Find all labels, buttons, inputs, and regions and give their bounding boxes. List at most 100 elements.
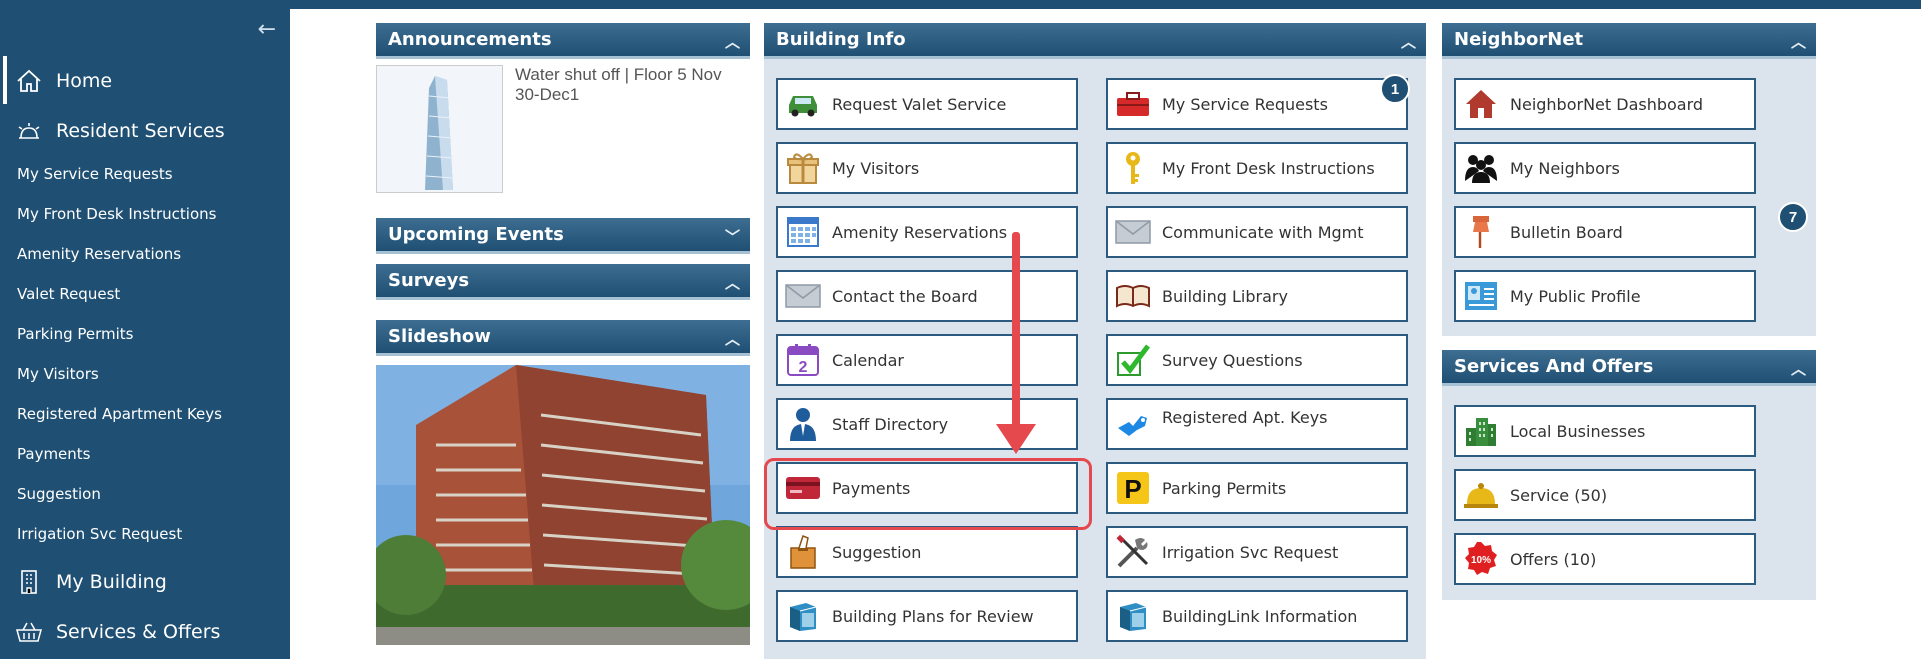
announcements-header[interactable]: Announcements ︿ bbox=[376, 23, 750, 59]
sidebar-item-home[interactable]: Home bbox=[0, 61, 112, 101]
tile-label: Bulletin Board bbox=[1510, 222, 1623, 242]
bell-icon bbox=[14, 118, 44, 144]
sidebar-subitem[interactable]: Valet Request bbox=[17, 285, 120, 303]
tile-contact-the-board[interactable]: Contact the Board bbox=[776, 270, 1078, 322]
tile-label: Building Plans for Review bbox=[832, 606, 1034, 626]
svg-text:10%: 10% bbox=[1471, 555, 1491, 566]
calendar-icon: 2 bbox=[784, 341, 822, 379]
tile-building-plans-for-review[interactable]: Building Plans for Review bbox=[776, 590, 1078, 642]
slideshow-image[interactable] bbox=[376, 365, 750, 645]
gift-icon bbox=[784, 149, 822, 187]
panel-title: Upcoming Events bbox=[388, 224, 564, 245]
chevron-down-icon[interactable]: ﹀ bbox=[725, 226, 740, 247]
parking-icon: P bbox=[1114, 469, 1152, 507]
upcoming-events-header[interactable]: Upcoming Events ﹀ bbox=[376, 218, 750, 254]
sidebar-subitem[interactable]: My Visitors bbox=[17, 365, 99, 383]
sidebar-subitem[interactable]: Suggestion bbox=[17, 485, 101, 503]
sidebar-item-services-offers[interactable]: Services & Offers bbox=[0, 612, 220, 652]
panel-title: NeighborNet bbox=[1454, 29, 1584, 50]
sidebar-item-label: My Building bbox=[56, 571, 167, 593]
chevron-up-icon[interactable]: ︿ bbox=[1791, 31, 1806, 52]
tile-label: Contact the Board bbox=[832, 286, 978, 306]
tile-registered-apt-keys[interactable]: Registered Apt. Keys bbox=[1106, 398, 1408, 450]
tile-suggestion[interactable]: Suggestion bbox=[776, 526, 1078, 578]
profile-card-icon bbox=[1462, 277, 1500, 315]
notification-badge[interactable]: 1 bbox=[1380, 74, 1410, 104]
tile-my-front-desk-instructions[interactable]: My Front Desk Instructions bbox=[1106, 142, 1408, 194]
chevron-up-icon[interactable]: ︿ bbox=[1401, 31, 1416, 52]
tile-my-neighbors[interactable]: My Neighbors bbox=[1454, 142, 1756, 194]
sidebar-item-my-building[interactable]: My Building bbox=[0, 562, 167, 602]
tile-local-businesses[interactable]: Local Businesses bbox=[1454, 405, 1756, 457]
tile-survey-questions[interactable]: Survey Questions bbox=[1106, 334, 1408, 386]
basket-icon bbox=[14, 619, 44, 645]
tile-label: Offers (10) bbox=[1510, 549, 1597, 569]
panel-title: Announcements bbox=[388, 29, 552, 50]
sidebar-subitem[interactable]: Parking Permits bbox=[17, 325, 134, 343]
tile-my-service-requests[interactable]: My Service Requests bbox=[1106, 78, 1408, 130]
sidebar-item-resident-services[interactable]: Resident Services bbox=[0, 111, 225, 151]
svg-text:2: 2 bbox=[799, 359, 808, 376]
sidebar-subitem[interactable]: My Service Requests bbox=[17, 165, 173, 183]
announcement-thumbnail[interactable] bbox=[376, 65, 503, 193]
slideshow-header[interactable]: Slideshow ︿ bbox=[376, 320, 750, 356]
tile-bulletin-board[interactable]: Bulletin Board bbox=[1454, 206, 1756, 258]
chevron-up-icon[interactable]: ︿ bbox=[1791, 358, 1806, 379]
tile-label: Irrigation Svc Request bbox=[1162, 542, 1339, 562]
checkmark-icon bbox=[1114, 341, 1152, 379]
tile-irrigation-svc-request[interactable]: Irrigation Svc Request bbox=[1106, 526, 1408, 578]
toolbox-icon bbox=[1114, 85, 1152, 123]
tile-label: My Public Profile bbox=[1510, 286, 1641, 306]
tile-label: BuildingLink Information bbox=[1162, 606, 1358, 626]
key-icon bbox=[1114, 149, 1152, 187]
tile-request-valet-service[interactable]: Request Valet Service bbox=[776, 78, 1078, 130]
tile-my-public-profile[interactable]: My Public Profile bbox=[1454, 270, 1756, 322]
chevron-up-icon[interactable]: ︿ bbox=[725, 31, 740, 52]
tile-communicate-with-mgmt[interactable]: Communicate with Mgmt bbox=[1106, 206, 1408, 258]
announcement-text[interactable]: Water shut off | Floor 5 Nov 30-Dec1 bbox=[515, 65, 745, 105]
tile-amenity-reservations[interactable]: Amenity Reservations bbox=[776, 206, 1078, 258]
tile-buildinglink-information[interactable]: BuildingLink Information bbox=[1106, 590, 1408, 642]
panel-title: Services And Offers bbox=[1454, 356, 1654, 377]
tile-offers[interactable]: 10% Offers (10) bbox=[1454, 533, 1756, 585]
sidebar-subitem[interactable]: Irrigation Svc Request bbox=[17, 525, 182, 543]
chevron-up-icon[interactable]: ︿ bbox=[725, 272, 740, 293]
tile-calendar[interactable]: 2 Calendar bbox=[776, 334, 1078, 386]
sidebar-subitem[interactable]: Payments bbox=[17, 445, 90, 463]
panel-title: Building Info bbox=[776, 29, 906, 50]
tile-label: Amenity Reservations bbox=[832, 222, 1008, 242]
chevron-up-icon[interactable]: ︿ bbox=[725, 328, 740, 349]
sidebar-item-label: Home bbox=[56, 70, 113, 92]
people-icon bbox=[1462, 149, 1500, 187]
tile-neighbornet-dashboard[interactable]: NeighborNet Dashboard bbox=[1454, 78, 1756, 130]
tile-label: Communicate with Mgmt bbox=[1162, 222, 1364, 242]
tile-label: Calendar bbox=[832, 350, 904, 370]
tile-label: My Front Desk Instructions bbox=[1162, 158, 1375, 178]
tile-building-library[interactable]: Building Library bbox=[1106, 270, 1408, 322]
binder-icon bbox=[1114, 597, 1152, 635]
tile-label: Building Library bbox=[1162, 286, 1288, 306]
panel-title: Surveys bbox=[388, 270, 470, 291]
top-bar bbox=[0, 0, 1921, 9]
sidebar-subitem[interactable]: My Front Desk Instructions bbox=[17, 205, 216, 223]
tile-my-visitors[interactable]: My Visitors bbox=[776, 142, 1078, 194]
building-icon bbox=[14, 569, 44, 595]
tile-parking-permits[interactable]: P Parking Permits bbox=[1106, 462, 1408, 514]
building-info-header[interactable]: Building Info ︿ bbox=[764, 23, 1426, 59]
sidebar-item-label: Services & Offers bbox=[56, 621, 221, 643]
envelope-icon bbox=[784, 277, 822, 315]
arrow-left-icon[interactable]: ← bbox=[258, 17, 276, 42]
sidebar-subitem[interactable]: Registered Apartment Keys bbox=[17, 405, 222, 423]
notification-badge[interactable]: 7 bbox=[1778, 202, 1808, 232]
tile-service[interactable]: Service (50) bbox=[1454, 469, 1756, 521]
surveys-header[interactable]: Surveys ︿ bbox=[376, 264, 750, 300]
discount-badge-icon: 10% bbox=[1462, 540, 1500, 578]
services-offers-header[interactable]: Services And Offers ︿ bbox=[1442, 350, 1816, 386]
sidebar-subitem[interactable]: Amenity Reservations bbox=[17, 245, 181, 263]
house-icon bbox=[1462, 85, 1500, 123]
suggestion-box-icon bbox=[784, 533, 822, 571]
neighbornet-header[interactable]: NeighborNet ︿ bbox=[1442, 23, 1816, 59]
svg-text:P: P bbox=[1124, 474, 1141, 504]
highlight-box bbox=[764, 458, 1092, 530]
office-building-icon bbox=[1462, 412, 1500, 450]
